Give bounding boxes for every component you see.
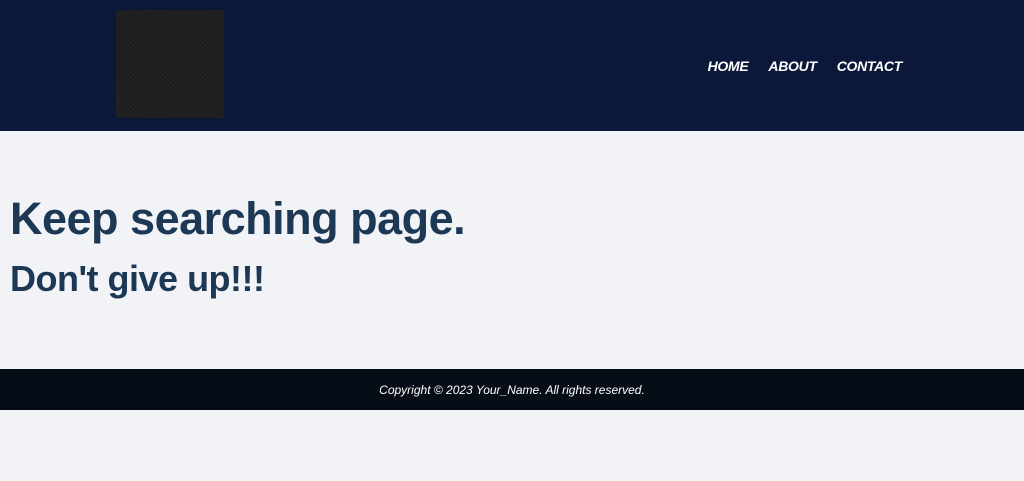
main-nav: HOME ABOUT CONTACT (708, 58, 903, 74)
nav-link-contact[interactable]: CONTACT (837, 58, 903, 74)
site-header: HOME ABOUT CONTACT (0, 0, 1024, 131)
copyright-text: Copyright © 2023 Your_Name. All rights r… (379, 382, 645, 397)
main-content: Keep searching page. Don't give up!!! (0, 131, 1024, 369)
logo-icon[interactable] (116, 10, 224, 118)
nav-link-home[interactable]: HOME (708, 58, 749, 74)
page-heading: Keep searching page. (10, 193, 466, 244)
page-subheading: Don't give up!!! (10, 258, 265, 299)
site-footer: Copyright © 2023 Your_Name. All rights r… (0, 369, 1024, 410)
nav-link-about[interactable]: ABOUT (768, 58, 817, 74)
